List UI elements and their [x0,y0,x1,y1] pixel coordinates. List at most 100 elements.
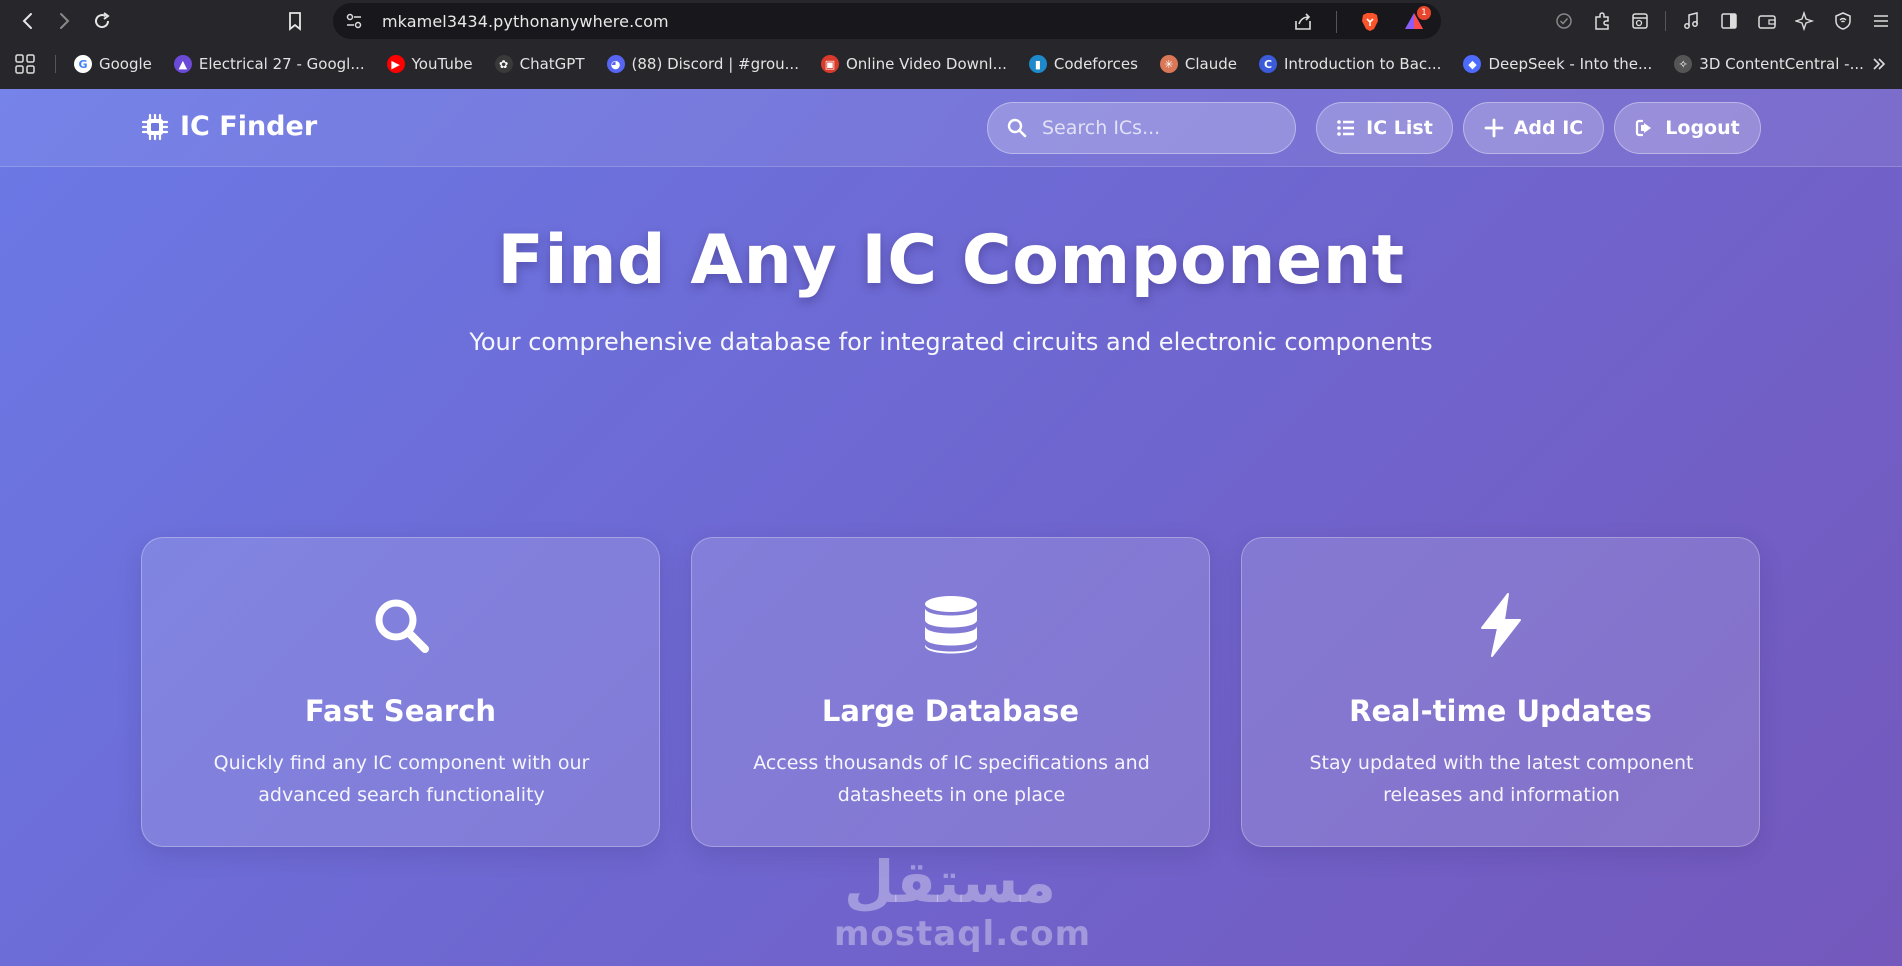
logout-button[interactable]: Logout [1614,102,1761,154]
add-ic-label: Add IC [1513,117,1584,139]
reload-icon [95,12,110,29]
bookmark-favicon-icon: ▮ [1028,55,1047,73]
reload-button[interactable] [88,7,116,35]
watermark: مستقل mostaql.com [834,848,1092,954]
bookmark-favicon-icon: ✳ [1159,55,1178,73]
bookmark-item[interactable]: ▲ Electrical 27 - Googl... [173,55,365,73]
bookmark-favicon-icon: C [1258,55,1277,73]
hero-subtitle: Your comprehensive database for integrat… [469,328,1433,356]
music-note-icon [1684,12,1698,29]
feature-title: Real-time Updates [1349,694,1652,728]
share-icon[interactable] [1292,11,1314,33]
bookmark-item[interactable]: G Google [74,55,152,73]
more-bookmarks-icon[interactable] [1870,55,1888,73]
feature-card-large-database: Large Database Access thousands of IC sp… [691,537,1210,847]
chip-icon [141,113,169,140]
bookmark-item[interactable]: ✧ 3D ContentCentral -... [1674,55,1864,73]
search-icon [375,599,429,653]
bolt-icon [1480,593,1521,657]
bookmark-favicon-icon: ▶ [386,55,405,73]
shield-icon [1835,12,1851,30]
site-header: IC Finder IC List Add IC Logout [0,89,1902,167]
brave-shields-icon[interactable] [1359,11,1381,33]
feature-description: Quickly find any IC component with our a… [213,752,590,806]
bookmark-label: Google [99,55,152,73]
bookmark-item[interactable]: ✿ ChatGPT [494,55,585,73]
watermark-latin: mostaql.com [834,914,1092,954]
bookmark-item[interactable]: ▶ YouTube [386,55,473,73]
wallet-button[interactable] [1754,9,1780,33]
address-bar-actions: 1 [1292,6,1431,34]
feature-title: Large Database [821,694,1080,728]
reader-icon [1632,13,1648,29]
search-input[interactable] [1042,117,1272,139]
feature-description: Stay updated with the latest component r… [1309,752,1694,806]
bookmark-label: Online Video Downl... [845,55,1007,73]
brave-rewards-button[interactable]: 1 [1403,6,1431,34]
leo-ai-button[interactable] [1792,9,1818,33]
bookmark-item[interactable]: ◕ (88) Discord | #grou... [606,55,799,73]
vpn-button[interactable] [1830,9,1856,33]
plus-icon [1484,118,1504,138]
logout-label: Logout [1665,117,1740,139]
feature-description: Access thousands of IC specifications an… [753,752,1150,806]
reader-button[interactable] [1627,9,1653,33]
back-button[interactable] [14,7,42,35]
bookmark-label: Claude [1184,55,1237,73]
browser-chrome: mkamel3434.pythonanywhere.com 1 G Google… [0,0,1902,89]
hero-title: Find Any IC Component [497,221,1405,300]
sidebar-icon [1721,13,1737,29]
brand-logo[interactable]: IC Finder [140,111,317,142]
feature-card-fast-search: Fast Search Quickly find any IC componen… [141,537,660,847]
sparkle-icon [1795,11,1815,31]
browser-extensions [1551,9,1894,33]
media-button[interactable] [1678,9,1704,33]
bookmark-label: ChatGPT [519,55,585,73]
sidebar-button[interactable] [1716,9,1742,33]
bookmark-favicon-icon: ◕ [606,55,625,73]
bookmark-label: (88) Discord | #grou... [631,55,799,73]
search-box[interactable] [987,102,1296,154]
menu-button[interactable] [1868,9,1894,33]
address-bar[interactable]: mkamel3434.pythonanywhere.com 1 [289,3,1441,39]
bookmark-label: YouTube [411,55,473,73]
bookmark-favicon-icon: ◆ [1463,55,1482,73]
bookmark-label: DeepSeek - Into the... [1488,55,1653,73]
bookmark-favicon-icon: ✿ [494,55,513,73]
search-icon [1007,118,1027,138]
bookmark-label: Codeforces [1053,55,1138,73]
separator [55,55,56,73]
bookmark-item[interactable]: ◆ DeepSeek - Into the... [1463,55,1652,73]
alert-badge: 1 [1417,6,1431,20]
add-ic-button[interactable]: Add IC [1463,102,1604,154]
ic-list-label: IC List [1366,117,1433,139]
extensions-button[interactable] [1589,9,1615,33]
ic-list-button[interactable]: IC List [1316,102,1453,154]
separator [1665,11,1666,31]
bookmark-label: Introduction to Bac... [1283,55,1442,73]
puzzle-icon [1595,12,1609,30]
url-text[interactable]: mkamel3434.pythonanywhere.com [382,12,669,31]
feature-card-real-time-updates: Real-time Updates Stay updated with the … [1241,537,1760,847]
back-icon [22,13,32,29]
separator [1336,11,1337,33]
check-extension[interactable] [1551,9,1577,33]
bookmark-icon[interactable] [285,11,305,31]
bookmark-favicon-icon: ▣ [820,55,839,73]
bookmark-item[interactable]: ▮ Codeforces [1028,55,1138,73]
check-circle-icon [1556,13,1572,29]
bookmark-favicon-icon: ✧ [1674,55,1693,73]
browser-toolbar: mkamel3434.pythonanywhere.com 1 [0,0,1902,42]
watermark-arabic: مستقل [843,848,1057,916]
site-info-icon[interactable] [345,12,363,30]
apps-grid-icon[interactable] [13,52,37,76]
logout-icon [1636,119,1652,137]
bookmark-item[interactable]: ▣ Online Video Downl... [820,55,1007,73]
hamburger-icon [1874,15,1888,27]
bookmark-label: Electrical 27 - Googl... [198,55,365,73]
bookmark-item[interactable]: ✳ Claude [1159,55,1237,73]
brand-name: IC Finder [180,111,318,142]
wallet-icon [1758,15,1776,29]
forward-button[interactable] [50,7,78,35]
bookmark-item[interactable]: C Introduction to Bac... [1258,55,1442,73]
